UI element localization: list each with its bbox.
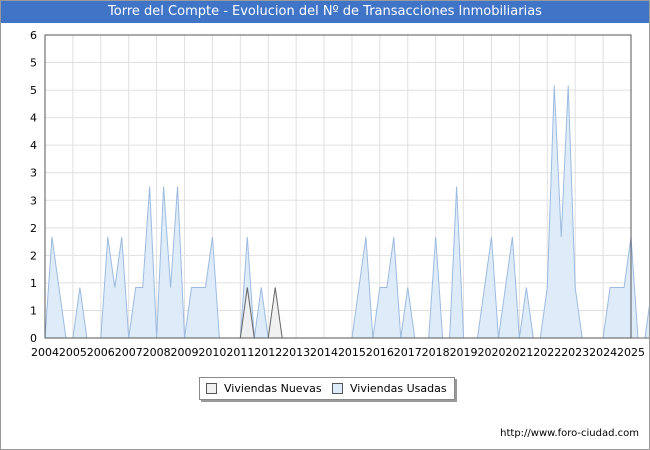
- y-tick-label: 5: [30, 84, 37, 97]
- x-tick-label: 2024: [589, 346, 617, 359]
- legend-swatch-nuevas: [206, 383, 217, 394]
- legend-swatch-usadas: [332, 383, 343, 394]
- x-tick-label: 2004: [31, 346, 59, 359]
- y-tick-label: 4: [30, 139, 37, 152]
- y-tick-label: 0: [30, 332, 37, 345]
- x-tick-label: 2005: [59, 346, 87, 359]
- x-tick-label: 2020: [477, 346, 505, 359]
- x-tick-label: 2014: [310, 346, 338, 359]
- y-tick-labels: 0 1 1 2 2 3 3 4 4 5 5 6: [30, 29, 37, 345]
- x-tick-label: 2023: [561, 346, 589, 359]
- x-tick-labels: 2004 2005 2006 2007 2008 2009 2010 2011 2012 2013…: [31, 346, 645, 359]
- y-tick-label: 3: [30, 167, 37, 180]
- y-tick-label: 6: [30, 29, 37, 42]
- x-tick-label: 2012: [254, 346, 282, 359]
- y-tick-label: 2: [30, 222, 37, 235]
- legend: Viviendas Nuevas Viviendas Usadas: [199, 377, 455, 400]
- series-area-1: [45, 85, 649, 338]
- legend-label-nuevas: Viviendas Nuevas: [224, 382, 322, 395]
- y-tick-label: 4: [30, 112, 37, 125]
- y-tick-label: 1: [30, 277, 37, 290]
- x-tick-label: 2009: [171, 346, 199, 359]
- x-tick-label: 2022: [533, 346, 561, 359]
- x-tick-label: 2013: [282, 346, 310, 359]
- plot-border: [44, 34, 632, 339]
- y-tick-label: 5: [30, 57, 37, 70]
- x-tick-label: 2008: [143, 346, 171, 359]
- y-tick-label: 1: [30, 304, 37, 317]
- x-tick-label: 2006: [87, 346, 115, 359]
- y-tick-label: 3: [30, 194, 37, 207]
- x-tick-label: 2010: [198, 346, 226, 359]
- x-tick-label: 2025: [617, 346, 645, 359]
- chart-frame: Torre del Compte - Evolucion del Nº de T…: [0, 0, 650, 450]
- x-tick-label: 2021: [505, 346, 533, 359]
- x-tick-label: 2007: [115, 346, 143, 359]
- source-url: http://www.foro-ciudad.com: [500, 428, 639, 439]
- x-tick-label: 2015: [338, 346, 366, 359]
- x-tick-label: 2017: [394, 346, 422, 359]
- x-tick-label: 2018: [422, 346, 450, 359]
- legend-label-usadas: Viviendas Usadas: [350, 382, 447, 395]
- x-tick-label: 2016: [366, 346, 394, 359]
- x-tick-label: 2011: [226, 346, 254, 359]
- series-areas: [44, 85, 649, 339]
- axes: [44, 34, 632, 339]
- x-tick-label: 2019: [450, 346, 478, 359]
- grid-lines: [44, 34, 632, 339]
- y-tick-label: 2: [30, 249, 37, 262]
